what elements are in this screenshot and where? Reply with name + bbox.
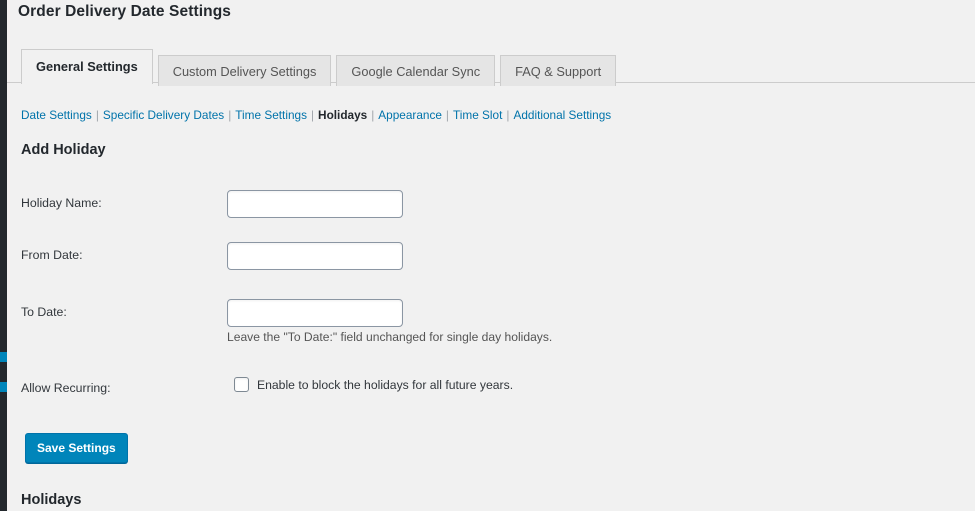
tab-general-settings[interactable]: General Settings <box>21 49 153 84</box>
subnav-item-holidays[interactable]: Holidays <box>318 108 367 122</box>
holiday-name-label: Holiday Name: <box>21 196 102 210</box>
to-date-input[interactable] <box>227 299 403 327</box>
subnav-separator: | <box>371 108 375 122</box>
subnav-item-date-settings[interactable]: Date Settings <box>21 108 92 122</box>
tab-faq-support[interactable]: FAQ & Support <box>500 55 617 86</box>
allow-recurring-checkbox-label[interactable]: Enable to block the holidays for all fut… <box>257 378 513 392</box>
from-date-label: From Date: <box>21 248 83 262</box>
allow-recurring-checkbox[interactable] <box>234 377 249 392</box>
subnav-item-time-settings[interactable]: Time Settings <box>235 108 307 122</box>
from-date-input[interactable] <box>227 242 403 270</box>
tab-custom-delivery-settings[interactable]: Custom Delivery Settings <box>157 55 332 86</box>
admin-menu-rail <box>0 0 7 511</box>
subnav-separator: | <box>310 108 315 122</box>
allow-recurring-label: Allow Recurring: <box>21 381 111 395</box>
holiday-name-input[interactable] <box>227 190 403 218</box>
subnav-separator: | <box>95 108 99 122</box>
page-title: Order Delivery Date Settings <box>18 3 231 20</box>
subnav-separator: | <box>445 108 449 122</box>
admin-menu-accent-marker <box>0 382 7 392</box>
subnav-separator: | <box>506 108 510 122</box>
subnav-item-additional-settings[interactable]: Additional Settings <box>513 108 611 122</box>
add-holiday-heading: Add Holiday <box>21 142 106 158</box>
subnav-separator: | <box>228 108 232 122</box>
subnav-item-appearance[interactable]: Appearance <box>378 108 442 122</box>
to-date-label: To Date: <box>21 305 67 319</box>
settings-page: Order Delivery Date Settings General Set… <box>7 0 975 511</box>
subnav-item-specific-delivery-dates[interactable]: Specific Delivery Dates <box>103 108 224 122</box>
admin-menu-accent-marker <box>0 352 7 362</box>
save-settings-button[interactable]: Save Settings <box>25 433 128 463</box>
sub-navigation: Date Settings | Specific Delivery Dates | Ti… <box>21 108 611 122</box>
holidays-section-heading: Holidays <box>21 492 82 508</box>
to-date-help-text: Leave the "To Date:" field unchanged for… <box>227 330 553 344</box>
tab-bar: General Settings Custom Delivery Setting… <box>7 48 975 86</box>
subnav-item-time-slot[interactable]: Time Slot <box>453 108 502 122</box>
tab-google-calendar-sync[interactable]: Google Calendar Sync <box>336 55 496 86</box>
